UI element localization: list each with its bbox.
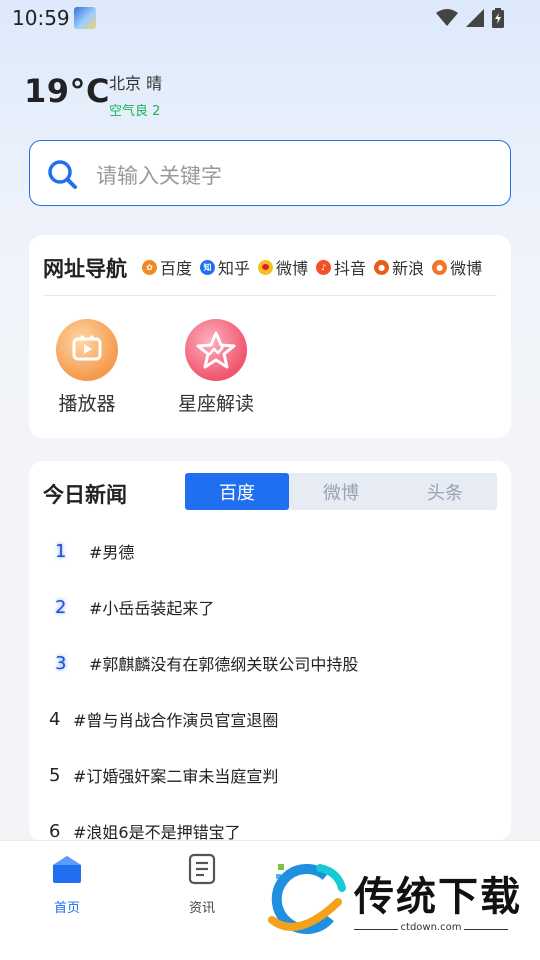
watermark-logo-icon	[268, 864, 346, 935]
battery-charging-icon	[492, 8, 504, 28]
nav-link-weibo-2[interactable]: ● 微博	[432, 255, 482, 279]
nav-link-weibo[interactable]: 微博	[258, 255, 308, 279]
news-text: #曾与肖战合作演员官宣退圈	[73, 711, 279, 730]
search-input[interactable]: 请输入关键字	[29, 140, 511, 206]
gallery-notification-icon	[74, 7, 96, 29]
watermark-url: ctdown.com	[400, 922, 462, 933]
news-item[interactable]: 5 #订婚强奸案二审未当庭宣判	[29, 757, 511, 797]
tab-weibo[interactable]: 微博	[289, 473, 393, 510]
news-text: #订婚强奸案二审未当庭宣判	[73, 767, 279, 786]
player-icon	[56, 319, 118, 381]
news-item[interactable]: 6 #浪姐6是不是押错宝了	[29, 813, 511, 841]
app-label: 星座解读	[177, 393, 254, 415]
status-indicators	[436, 8, 504, 28]
nav-links: ✿ 百度 知 知乎 微博 ♪ 抖音 ● 新浪 ● 微博	[142, 255, 482, 279]
watermark: 传统下载 ctdown.com	[268, 858, 520, 938]
news-text: #浪姐6是不是押错宝了	[73, 823, 241, 841]
nav-link-zhihu[interactable]: 知 知乎	[200, 255, 250, 279]
divider	[43, 295, 497, 296]
news-text: #郭麒麟没有在郭德纲关联公司中持股	[89, 655, 359, 674]
app-label: 播放器	[58, 393, 116, 415]
app-player[interactable]: 播放器	[37, 319, 137, 416]
tab-toutiao[interactable]: 头条	[393, 473, 497, 510]
news-rank: 1	[55, 541, 67, 562]
status-bar: 10:59	[0, 0, 540, 36]
news-item[interactable]: 4 #曾与肖战合作演员官宣退圈	[29, 701, 511, 741]
sina-icon: ●	[374, 259, 390, 275]
news-title: 今日新闻	[43, 483, 127, 507]
bottom-nav-home[interactable]: 首页	[32, 853, 102, 916]
bottom-nav-label: 资讯	[188, 901, 215, 916]
star-icon	[185, 319, 247, 381]
news-icon	[188, 853, 216, 885]
tab-baidu[interactable]: 百度	[185, 473, 289, 510]
bottom-nav-news[interactable]: 资讯	[167, 853, 237, 916]
news-source-tabs: 百度 微博 头条	[185, 473, 497, 510]
zhihu-icon: 知	[200, 259, 216, 275]
news-item[interactable]: 2 #小岳岳装起来了	[29, 589, 511, 629]
search-icon	[48, 160, 77, 189]
site-navigation-card: 网址导航 ✿ 百度 知 知乎 微博 ♪ 抖音 ● 新浪 ● 微博 播放器 星座解…	[29, 235, 511, 438]
wifi-icon	[436, 9, 458, 26]
nav-title: 网址导航	[43, 257, 127, 281]
city-condition: 北京 晴	[109, 74, 163, 93]
news-card: 今日新闻 百度 微博 头条 1 #男德 2 #小岳岳装起来了 3 #郭麒麟没有在…	[29, 461, 511, 841]
news-rank: 4	[49, 709, 61, 730]
nav-link-baidu[interactable]: ✿ 百度	[142, 255, 192, 279]
news-text: #男德	[89, 543, 135, 562]
news-item[interactable]: 1 #男德	[29, 533, 511, 573]
weibo-icon	[258, 259, 274, 275]
status-time: 10:59	[12, 6, 70, 30]
home-icon	[53, 856, 81, 883]
bottom-nav-label: 首页	[53, 901, 80, 916]
air-quality: 空气良 2	[109, 104, 161, 119]
search-placeholder: 请输入关键字	[96, 164, 222, 188]
news-rank: 5	[49, 765, 61, 786]
nav-link-sina[interactable]: ● 新浪	[374, 255, 424, 279]
news-rank: 6	[49, 821, 61, 841]
nav-link-douyin[interactable]: ♪ 抖音	[316, 255, 366, 279]
news-rank: 2	[55, 597, 67, 618]
news-rank: 3	[55, 653, 67, 674]
app-horoscope[interactable]: 星座解读	[166, 319, 266, 416]
signal-icon	[466, 9, 484, 27]
weibo-icon: ●	[432, 259, 448, 275]
temperature: 19°C	[24, 72, 111, 110]
douyin-icon: ♪	[316, 259, 332, 275]
baidu-icon: ✿	[142, 259, 157, 275]
news-item[interactable]: 3 #郭麒麟没有在郭德纲关联公司中持股	[29, 645, 511, 685]
watermark-text: 传统下载	[354, 874, 522, 920]
news-text: #小岳岳装起来了	[89, 599, 215, 618]
